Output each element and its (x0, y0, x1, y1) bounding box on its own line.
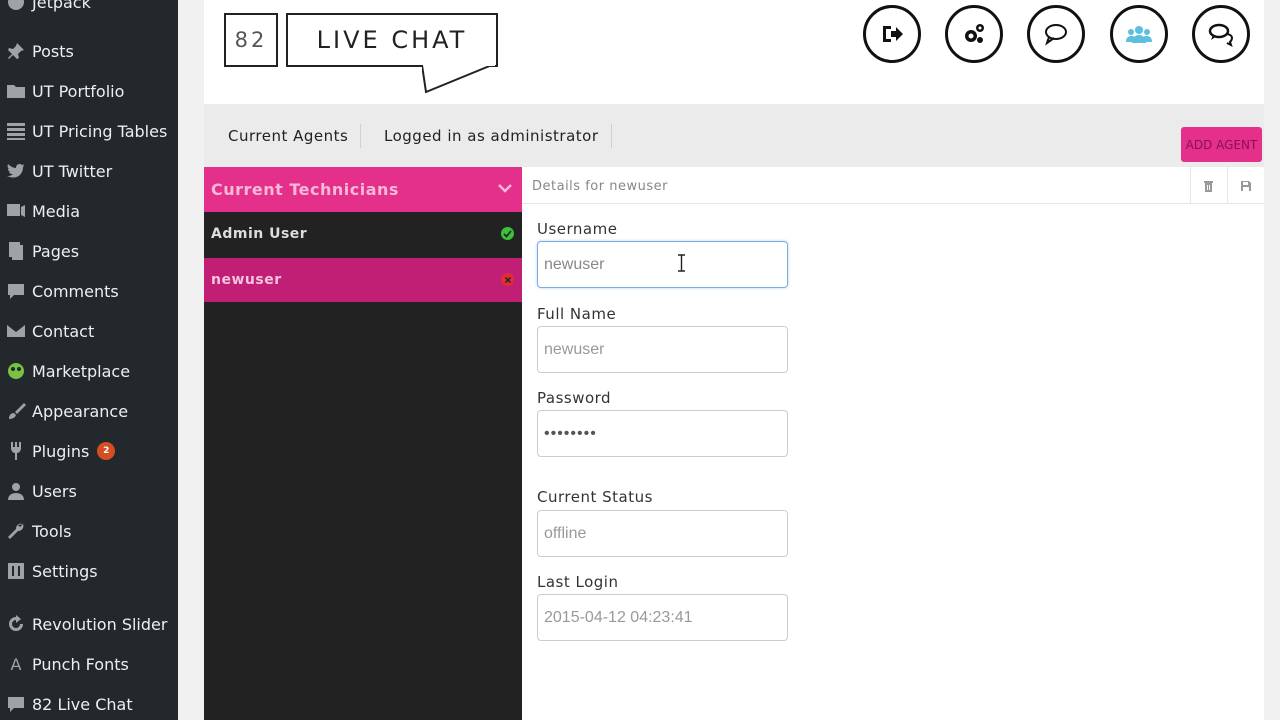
agent-details-panel: Details for newuser Username Full Name P… (522, 167, 1264, 720)
plugins-update-badge: 2 (97, 442, 116, 460)
sidebar-item-label: 82 Live Chat (32, 694, 133, 714)
sidebar-item-label: Contact (32, 321, 95, 341)
sidebar-item-82-live-chat[interactable]: 82 Live Chat (0, 684, 178, 720)
last-login-field (537, 594, 788, 641)
comment-icon (0, 281, 32, 301)
add-agent-button[interactable]: ADD AGENT (1181, 127, 1262, 162)
sidebar-item-contact[interactable]: Contact (0, 311, 178, 351)
sidebar-item-settings[interactable]: Settings (0, 551, 178, 591)
sidebar-item-label: UT Twitter (32, 161, 113, 181)
sidebar-item-label: Tools (32, 521, 72, 541)
sidebar-item-label: Settings (32, 561, 98, 581)
sidebar-item-label: Pages (32, 241, 80, 261)
details-title: Details for newuser (532, 179, 668, 194)
sidebar-item-label: Jetpack (32, 0, 91, 12)
list-icon (0, 121, 32, 141)
logo-text: LIVE CHAT (286, 13, 498, 67)
twitter-icon (0, 161, 32, 181)
media-icon (0, 201, 32, 221)
pin-icon (0, 41, 32, 61)
logo-speech-tail (422, 65, 495, 94)
status-field (537, 510, 788, 557)
live-chat-app: 82 LIVE CHAT Current Agents Logged in as… (204, 0, 1264, 720)
chat-bubble-icon[interactable] (1027, 5, 1085, 63)
app-header: 82 LIVE CHAT (204, 0, 1264, 104)
sidebar-item-label: Plugins (32, 441, 90, 461)
status-label: Current Status (537, 488, 653, 506)
online-status-icon (501, 227, 514, 240)
sidebar-item-revolution-slider[interactable]: Revolution Slider (0, 604, 178, 644)
sidebar-item-plugins[interactable]: Plugins 2 (0, 431, 178, 471)
fullname-label: Full Name (537, 305, 617, 323)
sidebar-item-label: Users (32, 481, 77, 501)
nav-logged-in-status: Logged in as administrator (360, 124, 612, 148)
logout-icon[interactable] (863, 5, 921, 63)
last-login-label: Last Login (537, 573, 619, 591)
technician-row[interactable]: Admin User (204, 212, 522, 256)
refresh-icon (0, 614, 32, 634)
settings-gears-icon[interactable] (945, 5, 1003, 63)
settings-icon (0, 561, 32, 581)
save-icon[interactable] (1227, 167, 1263, 204)
sidebar-item-punch-fonts[interactable]: A Punch Fonts (0, 644, 178, 684)
sidebar-item-comments[interactable]: Comments (0, 271, 178, 311)
password-field[interactable] (537, 410, 788, 457)
username-label: Username (537, 220, 618, 238)
sidebar-item-label: Punch Fonts (32, 654, 129, 674)
plugin-icon (0, 441, 32, 461)
text-cursor-icon (678, 254, 685, 272)
nav-current-agents[interactable]: Current Agents (204, 124, 362, 148)
sidebar-item-ut-twitter[interactable]: UT Twitter (0, 151, 178, 191)
sidebar-item-label: Media (32, 201, 81, 221)
details-toolbar: Details for newuser (522, 167, 1264, 204)
sidebar-item-media[interactable]: Media (0, 191, 178, 231)
sidebar-item-label: UT Portfolio (32, 81, 125, 101)
fullname-field[interactable] (537, 326, 788, 373)
sidebar-item-label: Comments (32, 281, 119, 301)
technician-name: Admin User (211, 226, 308, 242)
sidebar-item-pages[interactable]: Pages (0, 231, 178, 271)
marketplace-icon (0, 361, 32, 381)
sidebar-item-jetpack[interactable]: Jetpack (0, 0, 178, 22)
conversations-icon[interactable] (1192, 5, 1250, 63)
password-label: Password (537, 389, 612, 407)
sidebar-item-marketplace[interactable]: Marketplace (0, 351, 178, 391)
brush-icon (0, 401, 32, 421)
font-icon: A (10, 654, 22, 674)
technician-name: newuser (211, 272, 282, 288)
sidebar-item-label: Marketplace (32, 361, 131, 381)
sidebar-item-ut-pricing-tables[interactable]: UT Pricing Tables (0, 111, 178, 151)
sidebar-item-appearance[interactable]: Appearance (0, 391, 178, 431)
logo-number: 82 (224, 13, 278, 67)
sidebar-item-posts[interactable]: Posts (0, 31, 178, 71)
sidebar-item-tools[interactable]: Tools (0, 511, 178, 551)
username-field[interactable] (537, 241, 788, 288)
technicians-header[interactable]: Current Technicians (204, 167, 522, 212)
delete-icon[interactable] (1190, 167, 1226, 204)
mail-icon (0, 321, 32, 341)
agents-icon[interactable] (1110, 5, 1168, 63)
user-icon (0, 481, 32, 501)
sidebar-item-label: Appearance (32, 401, 129, 421)
folder-icon (0, 81, 32, 101)
pages-icon (0, 241, 32, 261)
sidebar-item-ut-portfolio[interactable]: UT Portfolio (0, 71, 178, 111)
jetpack-icon (0, 0, 32, 12)
technician-row-selected[interactable]: newuser (204, 258, 522, 302)
sub-navigation: Current Agents Logged in as administrato… (204, 104, 1264, 167)
wp-admin-sidebar: Jetpack Posts UT Portfolio UT Pricing Ta… (0, 0, 178, 720)
technicians-panel: Current Technicians Admin User newuser (204, 167, 522, 720)
sidebar-item-label: Revolution Slider (32, 614, 168, 634)
chevron-down-icon (498, 184, 512, 193)
offline-status-icon (501, 273, 514, 286)
technicians-header-label: Current Technicians (211, 180, 399, 199)
sidebar-item-users[interactable]: Users (0, 471, 178, 511)
sidebar-item-label: UT Pricing Tables (32, 121, 168, 141)
chat-icon (0, 694, 32, 714)
wrench-icon (0, 521, 32, 541)
sidebar-item-label: Posts (32, 41, 74, 61)
